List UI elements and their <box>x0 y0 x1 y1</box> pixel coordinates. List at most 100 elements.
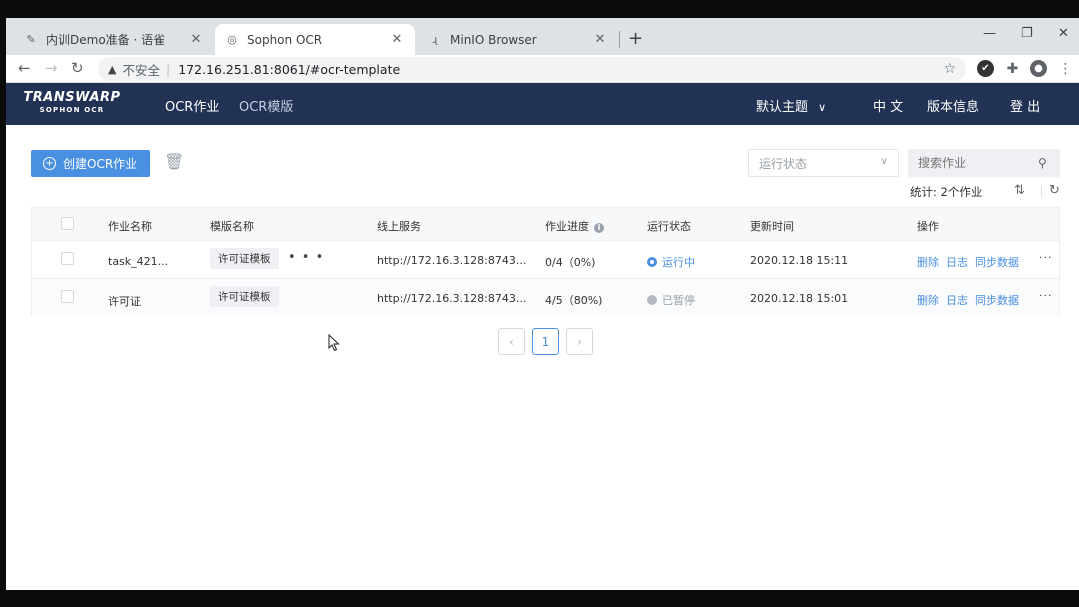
plus-circle-icon: + <box>43 157 56 170</box>
reload-icon[interactable]: ↻ <box>71 59 84 77</box>
maximize-icon[interactable]: ❐ <box>1021 26 1033 41</box>
header-progress-label: 作业进度 <box>545 220 589 233</box>
logout-button[interactable]: 登 出 <box>1010 96 1040 115</box>
close-icon[interactable]: ✕ <box>188 32 204 47</box>
page-1-button[interactable]: 1 <box>532 328 559 355</box>
row-more-icon[interactable]: ··· <box>1039 289 1053 302</box>
row-checkbox[interactable] <box>61 252 74 265</box>
insecure-label[interactable]: 不安全 <box>122 60 160 79</box>
browser-window: ✎ 内训Demo准备 · 语雀 ✕ ◎ Sophon OCR ✕ ɻ MinIO… <box>6 18 1079 590</box>
template-tag: 许可证模板 <box>210 248 279 269</box>
bookmark-star-icon[interactable]: ☆ <box>943 61 956 77</box>
close-icon[interactable]: ✕ <box>592 32 608 47</box>
info-icon[interactable]: i <box>594 223 604 233</box>
tab-strip: ✎ 内训Demo准备 · 语雀 ✕ ◎ Sophon OCR ✕ ɻ MinIO… <box>6 18 1079 55</box>
tab-yuque[interactable]: ✎ 内训Demo准备 · 语雀 ✕ <box>14 24 214 55</box>
template-tag: 许可证模板 <box>210 286 279 307</box>
table-row[interactable]: task_421... 许可证模板 • • • http://172.16.3.… <box>32 240 1059 278</box>
tab-minio[interactable]: ɻ MinIO Browser ✕ <box>418 24 618 55</box>
divider <box>1041 186 1042 197</box>
tab-divider <box>619 31 620 48</box>
service-url[interactable]: http://172.16.3.128:8743... <box>377 292 526 305</box>
chevron-down-icon: ∨ <box>880 156 888 167</box>
back-icon[interactable]: ← <box>18 59 31 77</box>
divider: | <box>165 61 171 77</box>
sync-data-link[interactable]: 同步数据 <box>975 254 1019 270</box>
sort-icon[interactable]: ⇅ <box>1014 183 1025 198</box>
status-text: 已暂停 <box>662 294 695 307</box>
minimize-icon[interactable]: — <box>983 26 996 41</box>
job-count: 统计: 2个作业 <box>910 185 983 199</box>
running-icon <box>647 257 657 267</box>
profile-icon[interactable]: ● <box>1030 60 1047 77</box>
status-badge: 已暂停 <box>647 292 695 308</box>
updated-time: 2020.12.18 15:01 <box>750 292 849 305</box>
transwarp-logo[interactable]: TRANSWARP SOPHON OCR <box>22 90 122 114</box>
prev-page-button[interactable]: ‹ <box>498 328 525 355</box>
trash-icon[interactable]: 🗑 <box>164 152 184 171</box>
header-actions: 操作 <box>917 220 939 233</box>
logo-text: TRANSWARP <box>23 90 121 105</box>
app-header: TRANSWARP SOPHON OCR OCR作业 OCR模版 默认主题 ∨ … <box>6 83 1079 125</box>
refresh-icon[interactable]: ↻ <box>1049 183 1060 198</box>
row-more-icon[interactable]: ··· <box>1039 251 1053 264</box>
job-name[interactable]: 许可证 <box>108 293 141 309</box>
updated-time: 2020.12.18 15:11 <box>750 254 849 267</box>
status-filter-placeholder: 运行状态 <box>759 156 808 171</box>
theme-selector[interactable]: 默认主题 ∨ <box>756 96 826 115</box>
new-tab-button[interactable]: + <box>628 28 643 49</box>
tab-sophon-ocr[interactable]: ◎ Sophon OCR ✕ <box>215 24 415 55</box>
tab-title: MinIO Browser <box>450 32 537 47</box>
next-page-button[interactable]: › <box>566 328 593 355</box>
warning-icon: ▲ <box>108 62 117 76</box>
header-updated: 更新时间 <box>750 220 794 233</box>
window-close-icon[interactable]: ✕ <box>1058 26 1069 41</box>
table-row[interactable]: 许可证 许可证模板 http://172.16.3.128:8743... 4/… <box>32 278 1059 316</box>
row-checkbox[interactable] <box>61 290 74 303</box>
sync-data-link[interactable]: 同步数据 <box>975 292 1019 308</box>
service-url[interactable]: http://172.16.3.128:8743... <box>377 254 526 267</box>
header-status: 运行状态 <box>647 220 691 233</box>
status-text: 运行中 <box>662 256 695 269</box>
theme-label: 默认主题 <box>756 100 809 115</box>
minio-icon: ɻ <box>432 33 438 46</box>
url-text[interactable]: 172.16.251.81:8061/#ocr-template <box>178 62 400 77</box>
extension-v-icon[interactable]: ✔ <box>977 60 994 77</box>
nav-ocr-jobs[interactable]: OCR作业 <box>165 96 219 115</box>
log-link[interactable]: 日志 <box>946 292 968 308</box>
extensions-puzzle-icon[interactable]: ✚ <box>1004 60 1021 77</box>
job-name[interactable]: task_421... <box>108 255 168 268</box>
jobs-table: 作业名称 模版名称 线上服务 作业进度 i 运行状态 更新时间 操作 task_4… <box>31 207 1060 316</box>
nav-ocr-templates[interactable]: OCR模版 <box>239 96 293 115</box>
menu-kebab-icon[interactable]: ⋮ <box>1057 60 1074 77</box>
tab-title: 内训Demo准备 · 语雀 <box>46 33 166 47</box>
log-link[interactable]: 日志 <box>946 254 968 270</box>
search-icon[interactable]: ⚲ <box>1038 156 1047 170</box>
logo-subtext: SOPHON OCR <box>39 106 105 114</box>
status-filter-select[interactable]: 运行状态 ∨ <box>748 149 899 177</box>
job-progress: 4/5（80%) <box>545 294 603 307</box>
yuque-icon: ✎ <box>26 33 36 46</box>
language-switch[interactable]: 中 文 <box>873 96 903 115</box>
version-info[interactable]: 版本信息 <box>927 96 979 115</box>
select-all-checkbox[interactable] <box>61 217 74 230</box>
sophon-icon: ◎ <box>227 33 237 46</box>
tab-title: Sophon OCR <box>247 32 323 47</box>
create-ocr-job-button[interactable]: + 创建OCR作业 <box>31 150 150 177</box>
header-template-name: 模版名称 <box>210 220 254 233</box>
close-icon[interactable]: ✕ <box>389 32 405 47</box>
more-templates-icon[interactable]: • • • <box>288 250 324 265</box>
paused-icon <box>647 295 657 305</box>
table-header: 作业名称 模版名称 线上服务 作业进度 i 运行状态 更新时间 操作 <box>32 208 1059 240</box>
delete-link[interactable]: 删除 <box>917 254 939 270</box>
header-service: 线上服务 <box>377 220 421 233</box>
forward-icon[interactable]: → <box>45 59 58 77</box>
header-job-name: 作业名称 <box>108 220 152 233</box>
delete-link[interactable]: 删除 <box>917 292 939 308</box>
chevron-down-icon: ∨ <box>818 101 827 114</box>
mouse-cursor-icon <box>328 334 340 352</box>
address-bar[interactable]: ▲ 不安全 | 172.16.251.81:8061/#ocr-template… <box>98 57 966 81</box>
header-progress: 作业进度 i <box>545 218 604 234</box>
job-progress: 0/4（0%) <box>545 256 596 269</box>
browser-toolbar: ← → ↻ ▲ 不安全 | 172.16.251.81:8061/#ocr-te… <box>6 55 1079 83</box>
